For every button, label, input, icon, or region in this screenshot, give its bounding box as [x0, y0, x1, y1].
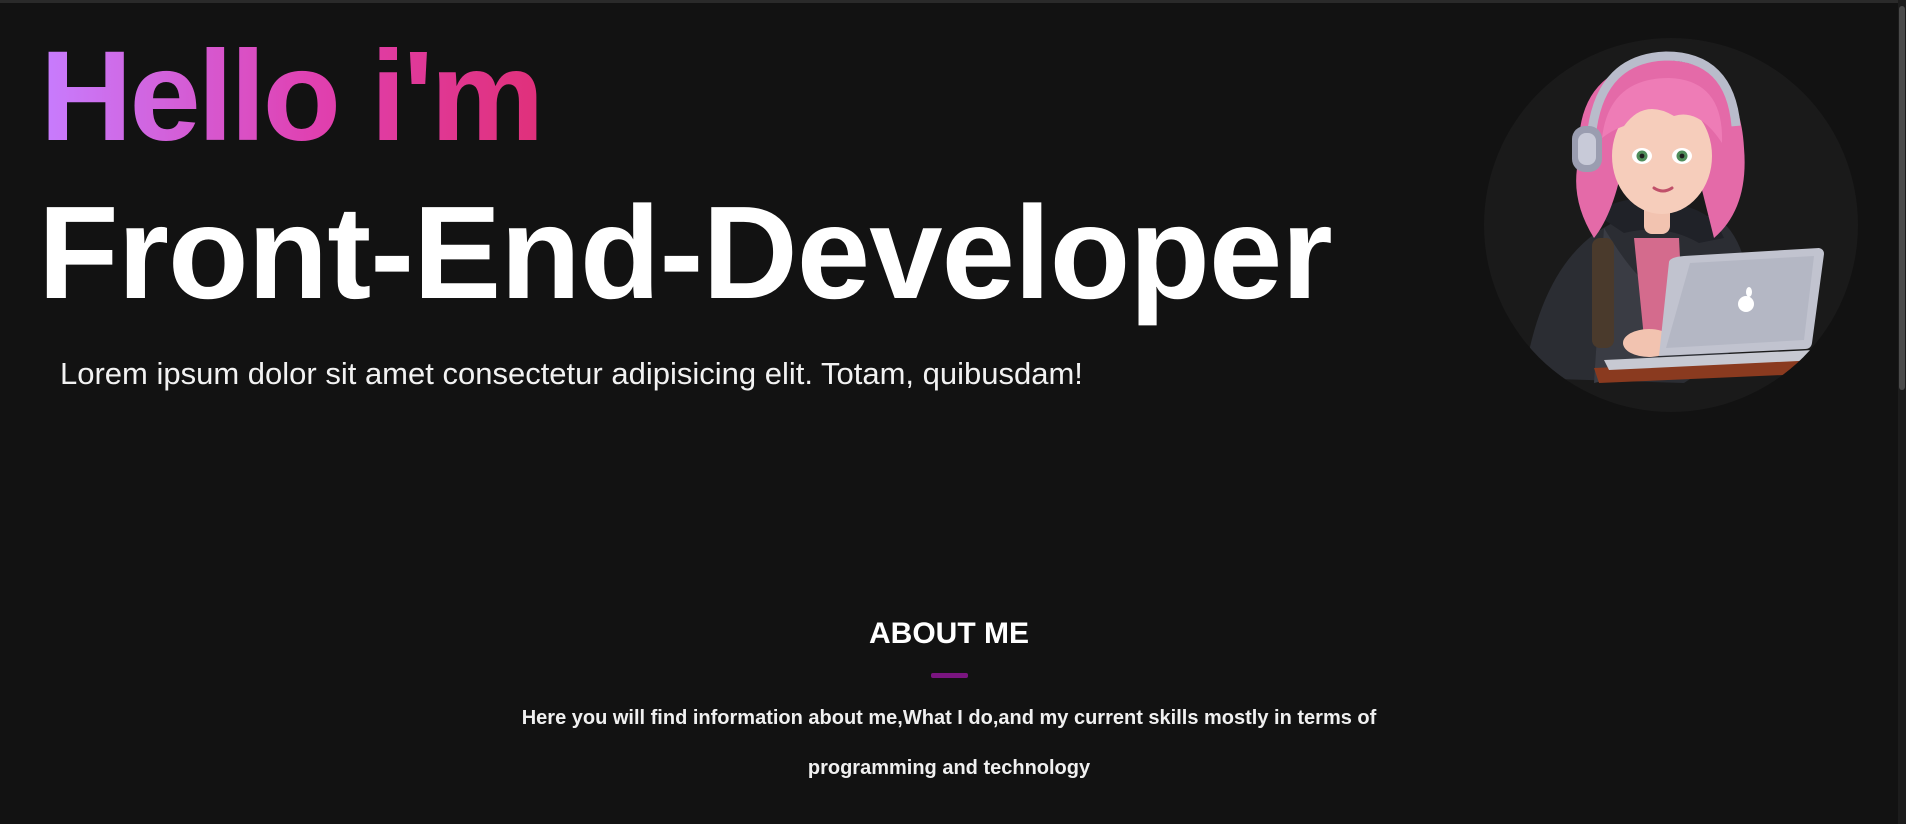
- top-border: [0, 0, 1906, 3]
- hero-greeting: Hello i'm: [40, 22, 544, 172]
- about-description: Here you will find information about me,…: [521, 707, 1377, 779]
- vertical-scrollbar[interactable]: [1898, 0, 1906, 824]
- avatar: [1484, 38, 1858, 412]
- about-title-underline: [931, 673, 968, 678]
- about-title: ABOUT ME: [869, 617, 1029, 650]
- hero-description: Lorem ipsum dolor sit amet consectetur a…: [60, 356, 1083, 391]
- portfolio-page: Hello i'm Front-End-Developer Lorem ipsu…: [0, 0, 1906, 824]
- developer-avatar-icon: [1524, 51, 1829, 383]
- hero-role-title: Front-End-Developer: [38, 179, 1333, 326]
- scrollbar-thumb[interactable]: [1899, 6, 1905, 390]
